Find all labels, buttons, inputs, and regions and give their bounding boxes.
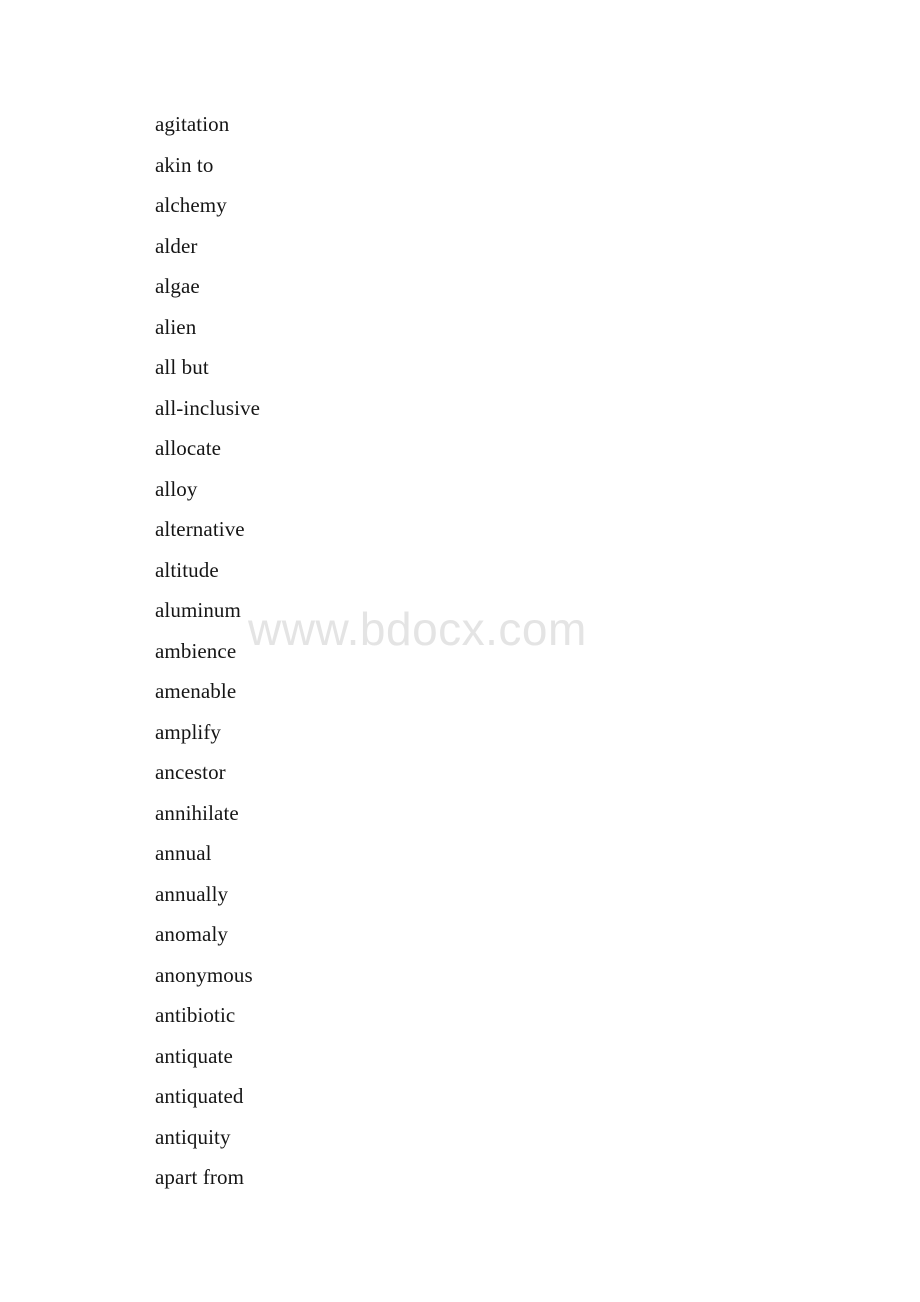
list-item: altitude [155, 557, 219, 582]
list-item: annihilate [155, 800, 239, 825]
list-item: all-inclusive [155, 395, 261, 420]
list-item: alchemy [155, 193, 227, 218]
list-item: algae [155, 274, 200, 299]
list-item: anonymous [155, 962, 253, 987]
list-item: antibiotic [155, 1003, 236, 1028]
vocabulary-word-list: agitation akin to alchemy alder algae alien al… [155, 104, 260, 1198]
list-item: ancestor [155, 760, 226, 785]
list-item: all but [155, 355, 209, 380]
list-item: agitation [155, 112, 230, 136]
list-item: amplify [155, 719, 222, 744]
list-item: alder [155, 233, 198, 258]
list-item: annually [155, 881, 229, 906]
list-item: apart from [155, 1165, 245, 1190]
list-item: akin to [155, 152, 214, 177]
list-item: alternative [155, 517, 245, 542]
list-item: annual [155, 841, 212, 866]
list-item: alloy [155, 476, 198, 501]
list-item: allocate [155, 436, 222, 461]
list-item: antiquity [155, 1124, 231, 1149]
list-item: antiquate [155, 1043, 233, 1068]
list-item: ambience [155, 638, 237, 663]
site-watermark: www.bdocx.com [248, 603, 587, 655]
list-item: aluminum [155, 598, 241, 623]
list-item: alien [155, 314, 197, 339]
list-item: amenable [155, 679, 237, 704]
list-item: antiquated [155, 1084, 244, 1109]
document-page: www.bdocx.com agitation akin to alchemy ald… [0, 0, 920, 1302]
list-item: anomaly [155, 922, 229, 947]
